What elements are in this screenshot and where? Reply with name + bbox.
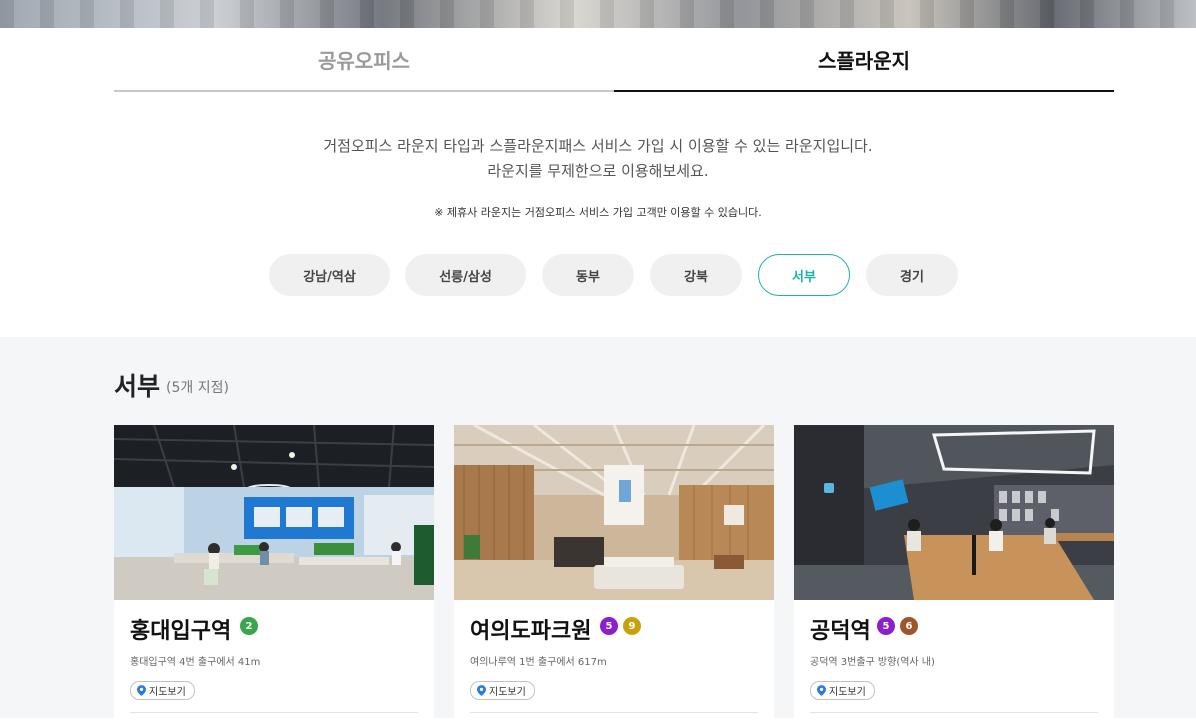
branch-address: 홍대입구역 4번 출구에서 41m xyxy=(130,657,261,668)
region-gangnam-yeoksam[interactable]: 강남/역삼 xyxy=(269,254,390,296)
tab-spl-lounge[interactable]: 스플라운지 xyxy=(614,28,1114,92)
branch-count: (5개 지점) xyxy=(166,380,229,396)
card-divider xyxy=(810,712,1098,713)
subway-lines: 2 xyxy=(240,617,258,635)
region-gyeonggi[interactable]: 경기 xyxy=(866,254,958,296)
lounge-type-tabs: 공유오피스 스플라운지 xyxy=(114,28,1114,92)
branch-name: 공덕역 xyxy=(810,619,871,644)
subway-line-badge: 5 xyxy=(600,617,618,635)
map-pin-icon xyxy=(817,685,826,696)
intro-line-1: 거점오피스 라운지 타입과 스플라운지패스 서비스 가입 시 이용할 수 있는 … xyxy=(323,137,873,155)
subway-line-badge: 2 xyxy=(240,617,258,635)
subway-line-badge: 5 xyxy=(877,617,895,635)
region-west[interactable]: 서부 xyxy=(758,254,850,296)
branch-name: 홍대입구역 xyxy=(130,619,232,644)
branch-photo xyxy=(794,425,1114,600)
section-title: 서부 xyxy=(114,372,161,401)
map-pin-icon xyxy=(137,685,146,696)
card-divider xyxy=(130,712,418,713)
branch-card-gongdeok[interactable]: 공덕역 5 6 공덕역 3번출구 방향(역사 내) 지도보기 xyxy=(794,425,1114,725)
view-map-button[interactable]: 지도보기 xyxy=(130,681,195,700)
subway-line-badge: 9 xyxy=(623,617,641,635)
view-map-label: 지도보기 xyxy=(489,687,526,698)
intro-line-2: 라운지를 무제한으로 이용해보세요. xyxy=(487,162,709,180)
region-seolleung-samseong[interactable]: 선릉/삼성 xyxy=(405,254,526,296)
intro-text: 거점오피스 라운지 타입과 스플라운지패스 서비스 가입 시 이용할 수 있는 … xyxy=(0,134,1196,184)
tab-shared-office[interactable]: 공유오피스 xyxy=(114,28,614,92)
branch-address: 공덕역 3번출구 방향(역사 내) xyxy=(810,657,935,668)
branch-photo xyxy=(114,425,434,600)
map-pin-icon xyxy=(477,685,486,696)
view-map-button[interactable]: 지도보기 xyxy=(810,681,875,700)
subway-lines: 5 6 xyxy=(877,617,918,635)
view-map-button[interactable]: 지도보기 xyxy=(470,681,535,700)
branch-address: 여의나루역 1번 출구에서 617m xyxy=(470,657,607,668)
hero-banner-image xyxy=(0,0,1196,28)
branch-name: 여의도파크원 xyxy=(470,619,592,644)
branch-card-hongdae[interactable]: 홍대입구역 2 홍대입구역 4번 출구에서 41m 지도보기 xyxy=(114,425,434,725)
view-map-label: 지도보기 xyxy=(829,687,866,698)
branch-card-yeouido-parkone[interactable]: 여의도파크원 5 9 여의나루역 1번 출구에서 617m 지도보기 xyxy=(454,425,774,725)
subway-line-badge: 6 xyxy=(900,617,918,635)
region-north[interactable]: 강북 xyxy=(650,254,742,296)
subway-lines: 5 9 xyxy=(600,617,641,635)
view-map-label: 지도보기 xyxy=(149,687,186,698)
card-divider xyxy=(470,712,758,713)
region-east[interactable]: 동부 xyxy=(542,254,634,296)
branch-photo xyxy=(454,425,774,600)
partner-notice: ※ 제휴사 라운지는 거점오피스 서비스 가입 고객만 이용할 수 있습니다. xyxy=(434,206,762,219)
region-filter: 강남/역삼 선릉/삼성 동부 강북 서부 경기 xyxy=(0,254,1196,296)
